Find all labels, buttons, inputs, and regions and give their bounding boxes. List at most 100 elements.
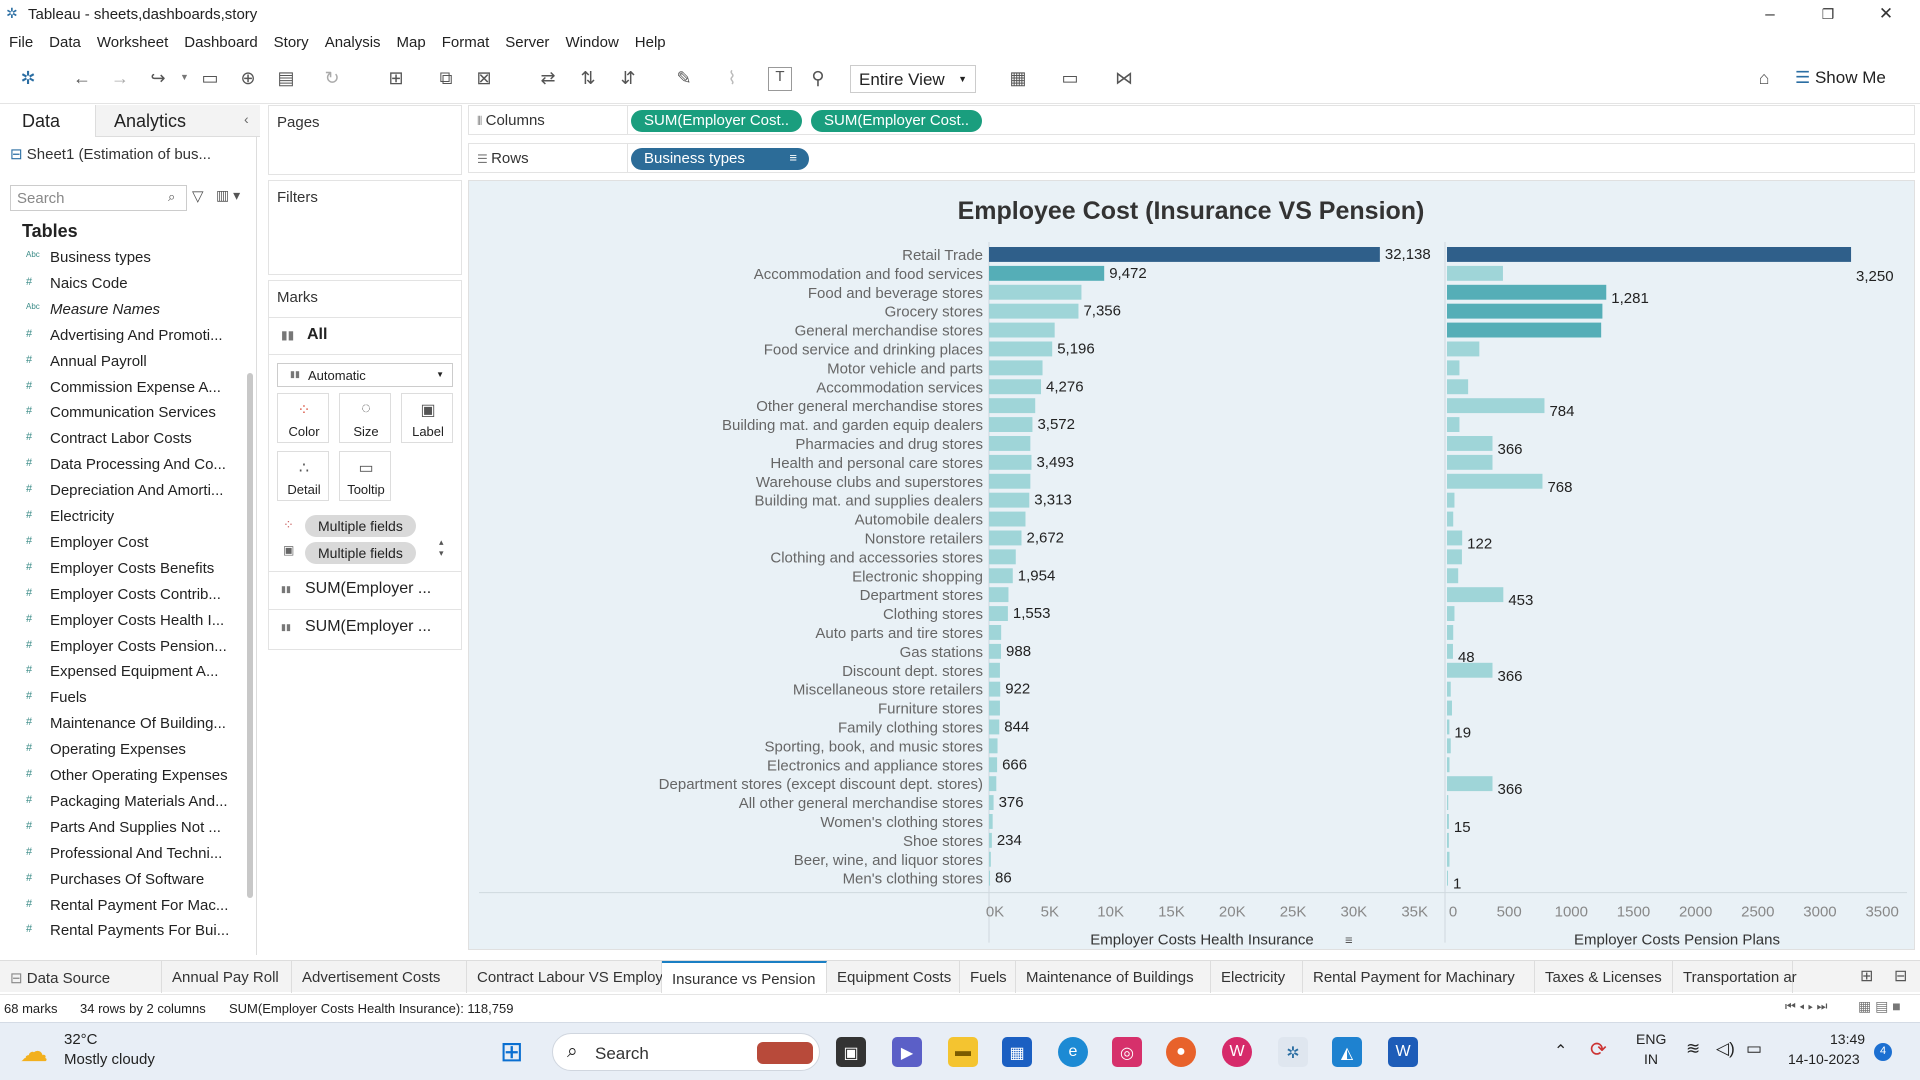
menu-help[interactable]: Help xyxy=(626,30,673,51)
pages-shelf[interactable]: Pages xyxy=(268,105,462,175)
save-icon[interactable]: ▭ xyxy=(198,68,222,89)
task-view-icon[interactable]: ▣ xyxy=(836,1037,866,1067)
sync-icon[interactable]: ⟳ xyxy=(1590,1037,1607,1062)
columns-shelf[interactable]: ⦀ Columns SUM(Employer Cost.. SUM(Employ… xyxy=(468,105,1915,135)
field-item[interactable]: # Fuels xyxy=(0,686,245,712)
new-worksheet-icon[interactable]: ⊞ xyxy=(384,68,408,89)
field-item[interactable]: # Contract Labor Costs xyxy=(0,427,245,453)
firefox-icon[interactable]: ● xyxy=(1166,1037,1196,1067)
dropdown-arrow-icon[interactable]: ▼ xyxy=(180,72,189,82)
tab-sheet[interactable]: Contract Labour VS Employee xyxy=(467,961,680,993)
tab-sheet[interactable]: Maintenance of Buildings xyxy=(1016,961,1211,993)
windows-start-icon[interactable]: ⊞ xyxy=(500,1035,523,1068)
tab-sheet[interactable]: Equipment Costs xyxy=(827,961,960,993)
wps-icon[interactable]: W xyxy=(1222,1037,1252,1067)
measure-tab-1[interactable]: ▮▮ SUM(Employer ... xyxy=(269,571,461,607)
menu-analysis[interactable]: Analysis xyxy=(316,30,388,51)
highlight-icon[interactable]: ✎ xyxy=(672,68,696,89)
field-item[interactable]: # Advertising And Promoti... xyxy=(0,324,245,350)
tab-sheet[interactable]: Advertisement Costs xyxy=(292,961,467,993)
tab-sheet[interactable]: ⊟ Data Source xyxy=(0,961,162,993)
filter-icon[interactable]: ▽ xyxy=(192,187,204,205)
columns-pill-1[interactable]: SUM(Employer Cost.. xyxy=(631,110,803,132)
field-item[interactable]: # Other Operating Expenses xyxy=(0,764,245,790)
tab-sheet[interactable]: Rental Payment for Machinary xyxy=(1303,961,1535,993)
tab-sheet[interactable]: Insurance vs Pension xyxy=(662,961,827,993)
field-item[interactable]: # Professional And Techni... xyxy=(0,842,245,868)
redo-icon[interactable]: → xyxy=(108,68,132,89)
menu-dashboard[interactable]: Dashboard xyxy=(175,30,264,51)
measure-tab-2[interactable]: ▮▮ SUM(Employer ... xyxy=(269,609,461,645)
field-item[interactable]: # Employer Costs Pension... xyxy=(0,635,245,661)
volume-icon[interactable]: ◁) xyxy=(1716,1039,1735,1059)
refresh-icon[interactable]: ↻ xyxy=(320,68,344,89)
field-item[interactable]: # Employer Costs Contrib... xyxy=(0,583,245,609)
field-item[interactable]: # Data Processing And Co... xyxy=(0,453,245,479)
teams-icon[interactable]: ▶ xyxy=(892,1037,922,1067)
minimize-icon[interactable]: – xyxy=(1760,4,1780,24)
pin-icon[interactable]: ⚲ xyxy=(806,68,830,89)
field-item[interactable]: # Communication Services xyxy=(0,401,245,427)
labels-icon[interactable]: T xyxy=(768,67,792,91)
field-item[interactable]: # Rental Payments For Bui... xyxy=(0,919,245,945)
show-me-button[interactable]: ☰ Show Me xyxy=(1795,68,1886,88)
new-dashboard-icon[interactable]: ⊟ xyxy=(1894,966,1907,986)
sheet-navigation-icon[interactable]: ⏮ ◂ ▸ ⏭ xyxy=(1785,999,1827,1014)
file-explorer-icon[interactable]: ▬ xyxy=(948,1037,978,1067)
collapse-icon[interactable]: ‹ xyxy=(244,111,249,127)
menu-worksheet[interactable]: Worksheet xyxy=(88,30,175,51)
rows-shelf[interactable]: ☰ Rows Business types ≡ xyxy=(468,143,1915,173)
color-button[interactable]: ⁘ Color xyxy=(277,393,329,443)
wifi-icon[interactable]: ≋ xyxy=(1686,1039,1700,1059)
tab-sheet[interactable]: Taxes & Licenses xyxy=(1535,961,1673,993)
field-item[interactable]: # Electricity xyxy=(0,505,245,531)
field-item[interactable]: # Depreciation And Amorti... xyxy=(0,479,245,505)
sort-ascending-icon[interactable]: ⇅ xyxy=(576,68,600,89)
chevron-up-icon[interactable]: ⌃ xyxy=(1554,1041,1567,1061)
undo-icon[interactable]: ← xyxy=(70,68,94,89)
language-indicator[interactable]: ENG xyxy=(1636,1031,1666,1047)
format-painter-icon[interactable]: ⌂ xyxy=(1752,68,1776,89)
detail-button[interactable]: ∴ Detail xyxy=(277,451,329,501)
sort-descending-icon[interactable]: ⇵ xyxy=(616,68,640,89)
taskbar-search[interactable]: ⌕ Search xyxy=(552,1033,820,1071)
presentation-icon[interactable]: ▭ xyxy=(1058,68,1082,89)
new-sheet-icon[interactable]: ⊞ xyxy=(1860,966,1873,986)
label-pill[interactable]: Multiple fields xyxy=(305,542,416,564)
scrollbar[interactable] xyxy=(247,373,253,898)
clear-sheet-icon[interactable]: ⊠ xyxy=(472,68,496,89)
field-item[interactable]: # Employer Costs Health I... xyxy=(0,609,245,635)
search-input[interactable]: Search xyxy=(10,185,187,211)
datasource-item[interactable]: ⊟ Sheet1 (Estimation of bus... xyxy=(10,145,211,163)
field-item[interactable]: # Purchases Of Software xyxy=(0,868,245,894)
store-icon[interactable]: ▦ xyxy=(1002,1037,1032,1067)
field-item[interactable]: # Packaging Materials And... xyxy=(0,790,245,816)
field-item[interactable]: Abc Measure Names xyxy=(0,298,245,324)
filters-shelf[interactable]: Filters xyxy=(268,180,462,275)
layout-icons[interactable]: ▦ ▤ ■ xyxy=(1858,998,1901,1015)
size-button[interactable]: ◌ Size xyxy=(339,393,391,443)
tab-data[interactable]: Data xyxy=(0,105,95,137)
field-item[interactable]: # Operating Expenses xyxy=(0,738,245,764)
tab-analytics[interactable]: Analytics ‹ xyxy=(95,105,260,137)
field-item[interactable]: # Annual Payroll xyxy=(0,350,245,376)
instagram-icon[interactable]: ◎ xyxy=(1112,1037,1142,1067)
new-datasource-icon[interactable]: ⊕ xyxy=(236,68,260,89)
pause-updates-icon[interactable]: ▤ xyxy=(274,68,298,89)
marks-all-tab[interactable]: ▮▮ All xyxy=(269,317,461,355)
share-icon[interactable]: ⋈ xyxy=(1112,68,1136,89)
menu-map[interactable]: Map xyxy=(388,30,433,51)
columns-pill-2[interactable]: SUM(Employer Cost.. xyxy=(811,110,983,132)
language-region[interactable]: IN xyxy=(1644,1051,1658,1067)
field-item[interactable]: # Expensed Equipment A... xyxy=(0,660,245,686)
duplicate-icon[interactable]: ⧉ xyxy=(434,68,458,89)
field-item[interactable]: # Commission Expense A... xyxy=(0,376,245,402)
tab-sheet[interactable]: Electricity xyxy=(1211,961,1303,993)
menu-window[interactable]: Window xyxy=(556,30,625,51)
field-item[interactable]: # Maintenance Of Building... xyxy=(0,712,245,738)
field-item[interactable]: # Rental Payment For Mac... xyxy=(0,894,245,920)
replay-icon[interactable]: ↪ xyxy=(146,68,170,89)
tableau-home-icon[interactable]: ✲ xyxy=(16,68,40,89)
label-button[interactable]: ▣ Label xyxy=(401,393,453,443)
view-options-icon[interactable]: ▥ ▾ xyxy=(216,187,240,204)
